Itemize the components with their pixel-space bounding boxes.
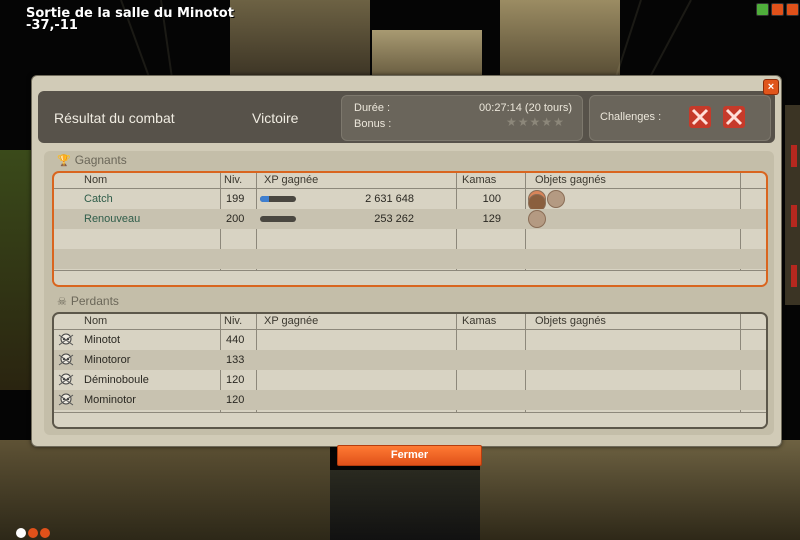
- losers-table: Nom Niv. XP gagnée Kamas Objets gagnés M…: [52, 312, 768, 429]
- kamas-gained: 100: [482, 193, 501, 205]
- table-row[interactable]: Catch 199 2 631 648 100: [54, 189, 766, 212]
- player-name[interactable]: Renouveau: [84, 213, 140, 225]
- map-location: Sortie de la salle du Minotot -37,-11: [26, 7, 234, 33]
- items-won: [528, 190, 565, 212]
- bottom-left-icons: [16, 528, 50, 538]
- bonus-label: Bonus :: [354, 118, 392, 130]
- top-right-icons: [756, 3, 799, 16]
- table-header: Nom Niv. XP gagnée Kamas Objets gagnés: [54, 314, 766, 330]
- monster-name[interactable]: Minotoror: [84, 354, 130, 366]
- table-row[interactable]: Renouveau 200 253 262 129: [54, 209, 766, 229]
- skull-icon: [58, 393, 74, 406]
- skull-icon: [58, 333, 74, 346]
- col-xp: XP gagnée: [264, 315, 319, 327]
- table-row-empty: [54, 249, 766, 269]
- map-coords: -37,-11: [26, 18, 78, 33]
- player-level: 199: [226, 193, 245, 205]
- xp-progress-bar: [260, 196, 296, 202]
- monster-level: 120: [226, 374, 245, 386]
- window-title: Résultat du combat: [54, 110, 175, 126]
- col-xp: XP gagnée: [264, 174, 319, 186]
- side-toolbar: [785, 105, 800, 305]
- xp-progress-bar: [260, 216, 296, 222]
- challenges-panel: Challenges :: [589, 95, 771, 141]
- skull-icon: [58, 353, 74, 366]
- fight-outcome: Victoire: [252, 110, 299, 126]
- person-icon[interactable]: [40, 528, 50, 538]
- trophy-icon: 🏆: [57, 154, 71, 167]
- star-icon: ★: [553, 115, 564, 129]
- table-footer: [54, 270, 766, 285]
- skull-icon: ☠: [57, 295, 67, 308]
- xp-gained: 2 631 648: [365, 193, 414, 205]
- face-icon[interactable]: [28, 528, 38, 538]
- challenges-label: Challenges :: [600, 111, 662, 123]
- star-icon: ★: [506, 115, 517, 129]
- col-level: Niv.: [224, 174, 243, 186]
- table-row[interactable]: Minotot 440: [54, 330, 766, 350]
- duration-panel: Durée : 00:27:14 (20 tours) Bonus : ★ ★ …: [341, 95, 583, 141]
- skull-icon: [58, 373, 74, 386]
- close-window-button[interactable]: ×: [763, 79, 779, 95]
- challenge-failed-icon[interactable]: [689, 106, 711, 128]
- cookie-item-icon[interactable]: [547, 190, 565, 208]
- result-header: Résultat du combat Victoire Durée : 00:2…: [38, 91, 775, 143]
- monster-name[interactable]: Déminoboule: [84, 374, 149, 386]
- star-icon: ★: [541, 115, 553, 129]
- bonus-stars: ★ ★ ★ ★ ★: [506, 115, 564, 129]
- losers-section-title: ☠ Perdants: [57, 294, 119, 308]
- fight-result-window: Résultat du combat Victoire Durée : 00:2…: [31, 75, 782, 447]
- winners-section-title: 🏆 Gagnants: [57, 153, 127, 167]
- settings-icon[interactable]: [771, 3, 784, 16]
- items-won: [528, 210, 546, 228]
- monster-level: 133: [226, 354, 245, 366]
- star-icon: ★: [517, 115, 529, 129]
- table-header: Nom Niv. XP gagnée Kamas Objets gagnés: [54, 173, 766, 189]
- table-row[interactable]: Mominotor 120: [54, 390, 766, 410]
- power-icon[interactable]: [786, 3, 799, 16]
- player-name[interactable]: Catch: [84, 193, 113, 205]
- close-button[interactable]: Fermer: [337, 445, 482, 466]
- result-body: 🏆 Gagnants Nom Niv. XP gagnée Kamas Obje…: [44, 151, 774, 435]
- table-footer: [54, 412, 766, 427]
- table-row[interactable]: Minotoror 133: [54, 350, 766, 370]
- options-icon[interactable]: [756, 3, 769, 16]
- winners-table: Nom Niv. XP gagnée Kamas Objets gagnés C…: [52, 171, 768, 287]
- monster-name[interactable]: Mominotor: [84, 394, 136, 406]
- col-items: Objets gagnés: [535, 315, 606, 327]
- player-level: 200: [226, 213, 245, 225]
- table-row[interactable]: Déminoboule 120: [54, 370, 766, 390]
- xp-gained: 253 262: [374, 213, 414, 225]
- col-kamas: Kamas: [462, 315, 497, 327]
- col-level: Niv.: [224, 315, 243, 327]
- table-row-empty: [54, 229, 766, 249]
- monster-level: 120: [226, 394, 245, 406]
- col-kamas: Kamas: [462, 174, 497, 186]
- challenge-failed-icon[interactable]: [723, 106, 745, 128]
- duration-value: 00:27:14 (20 tours): [479, 102, 572, 114]
- kamas-gained: 129: [482, 213, 501, 225]
- plus-icon[interactable]: [16, 528, 26, 538]
- col-items: Objets gagnés: [535, 174, 606, 186]
- duration-label: Durée :: [354, 102, 391, 114]
- col-name: Nom: [84, 315, 108, 327]
- monster-name[interactable]: Minotot: [84, 334, 120, 346]
- col-name: Nom: [84, 174, 108, 186]
- cookie-item-icon[interactable]: [528, 210, 546, 228]
- star-icon: ★: [529, 115, 541, 129]
- monster-level: 440: [226, 334, 245, 346]
